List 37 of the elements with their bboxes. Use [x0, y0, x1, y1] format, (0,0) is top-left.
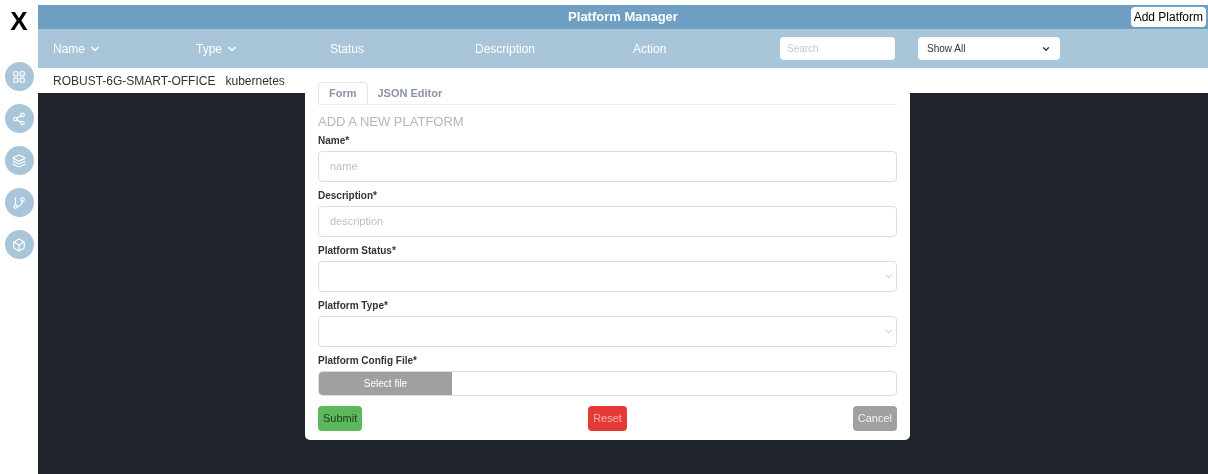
field-label: Platform Config File*	[318, 353, 418, 367]
column-header: Description	[475, 40, 536, 58]
select-field[interactable]	[318, 260, 897, 292]
tab[interactable]: Form	[318, 82, 368, 104]
input-field[interactable]: name	[318, 150, 897, 182]
sidebar-button[interactable]	[4, 62, 34, 91]
sidebar-button[interactable]	[4, 230, 34, 259]
logo: X	[10, 8, 28, 34]
column-header[interactable]: Name	[53, 39, 101, 58]
sidebar-button[interactable]	[4, 188, 34, 217]
input-field[interactable]: description	[318, 205, 897, 237]
field-label: Platform Status*	[318, 243, 397, 257]
field-label: Platform Type*	[318, 298, 389, 312]
network-icon	[12, 111, 26, 126]
select-field[interactable]	[318, 315, 897, 347]
file-field[interactable]: Select file	[318, 370, 897, 396]
select-file-button[interactable]: Select file	[319, 371, 452, 395]
table-cell-text: kubernetes	[225, 72, 285, 90]
filter-select[interactable]: Show All	[918, 37, 1060, 60]
column-header[interactable]: Type	[196, 39, 238, 58]
sidebar-button[interactable]	[4, 146, 34, 175]
reset-button[interactable]: Reset	[588, 405, 627, 431]
form-heading: ADD A NEW PLATFORM	[318, 113, 465, 131]
layers-icon	[12, 153, 26, 168]
field-label: Name*	[318, 133, 351, 147]
submit-button[interactable]: Submit	[318, 405, 363, 431]
field-label: Description*	[318, 188, 378, 202]
column-header: Action	[633, 40, 667, 58]
add-platform-button[interactable]: Add Platform	[1130, 7, 1206, 27]
sidebar-button[interactable]	[4, 104, 34, 133]
grid-icon	[12, 69, 26, 84]
tab[interactable]: JSON Editor	[367, 82, 453, 104]
column-header: Status	[330, 40, 365, 58]
table-cell-text: ROBUST-6G-SMART-OFFICE	[53, 72, 216, 90]
window-title: Platform Manager	[568, 8, 678, 27]
branch-icon	[12, 195, 26, 210]
cube-icon	[12, 237, 26, 252]
